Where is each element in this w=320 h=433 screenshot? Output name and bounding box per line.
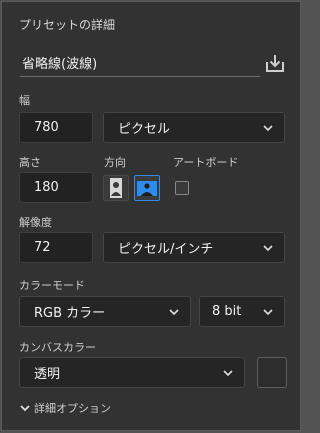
chevron-down-icon: [262, 243, 274, 253]
width-unit-select[interactable]: ピクセル: [103, 112, 285, 143]
preset-details-panel: プリセットの詳細 省略線(波線) 幅 780 ピクセル 高さ 180 方向 アー…: [1, 1, 301, 431]
canvas-color-value: 透明: [34, 367, 61, 382]
bit-depth-select[interactable]: 8 bit: [199, 296, 285, 327]
resolution-input[interactable]: 72: [19, 232, 93, 263]
bit-depth-value: 8 bit: [212, 304, 242, 319]
width-unit-value: ピクセル: [118, 122, 171, 137]
width-input[interactable]: 780: [19, 112, 93, 143]
chevron-down-icon: [262, 123, 274, 133]
save-preset-icon[interactable]: [264, 52, 286, 74]
artboard-label: アートボード: [173, 156, 239, 169]
landscape-icon: [137, 181, 157, 196]
landscape-button[interactable]: [134, 175, 160, 201]
height-label: 高さ: [19, 156, 41, 169]
canvas-color-select[interactable]: 透明: [19, 357, 245, 388]
panel-title: プリセットの詳細: [19, 18, 116, 32]
resolution-unit-value: ピクセル/インチ: [118, 242, 214, 257]
preset-name-field[interactable]: 省略線(波線): [20, 48, 260, 77]
color-mode-select[interactable]: RGB カラー: [19, 296, 191, 327]
canvas-color-label: カンバスカラー: [19, 341, 96, 354]
orientation-label: 方向: [104, 156, 126, 169]
artboard-checkbox[interactable]: [175, 181, 189, 195]
resolution-label: 解像度: [19, 216, 52, 229]
advanced-options-label: 詳細オプション: [34, 402, 111, 415]
portrait-icon: [110, 178, 122, 198]
height-input[interactable]: 180: [19, 172, 93, 203]
canvas-color-swatch[interactable]: [257, 357, 287, 388]
color-mode-value: RGB カラー: [34, 306, 106, 321]
advanced-options-toggle[interactable]: 詳細オプション: [19, 400, 111, 416]
color-mode-label: カラーモード: [19, 279, 85, 292]
chevron-down-icon: [222, 368, 234, 378]
portrait-button[interactable]: [103, 175, 129, 201]
chevron-down-icon: [20, 405, 30, 412]
resolution-unit-select[interactable]: ピクセル/インチ: [103, 232, 285, 263]
chevron-down-icon: [168, 307, 180, 317]
chevron-down-icon: [262, 307, 274, 317]
width-label: 幅: [19, 94, 30, 107]
